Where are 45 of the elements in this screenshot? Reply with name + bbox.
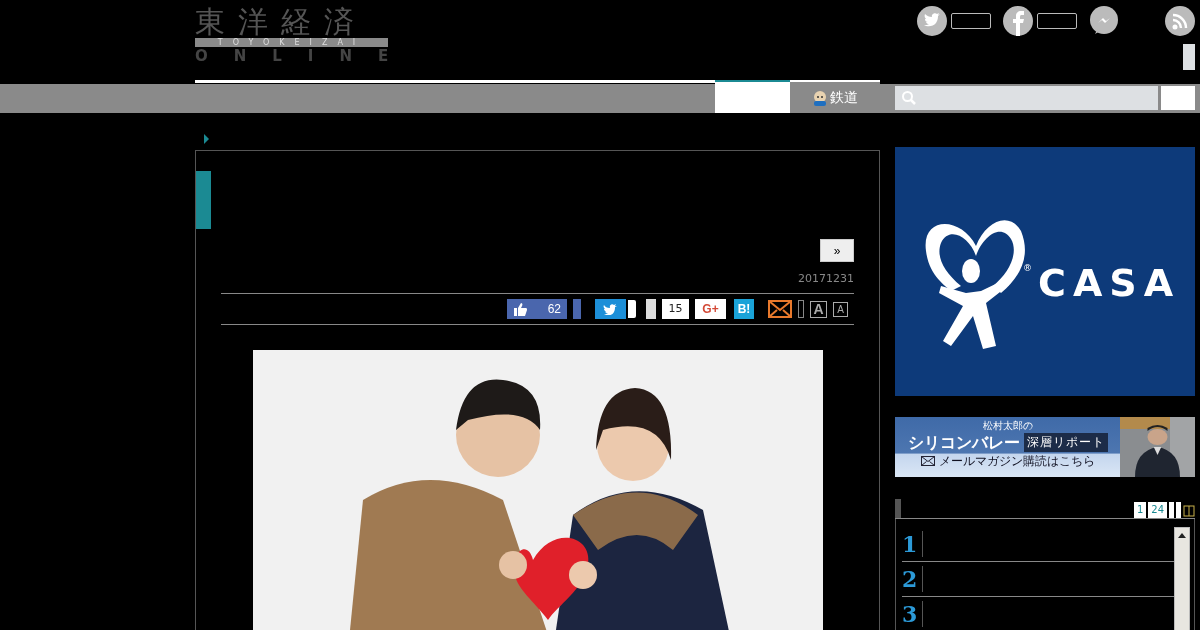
count-bubble (628, 300, 636, 318)
logo-subtitle: TOYOKEIZAI (195, 38, 388, 47)
registered-mark: ® (1023, 262, 1032, 273)
book-icon[interactable] (1183, 504, 1195, 518)
next-page-button[interactable]: » (820, 239, 854, 262)
breadcrumb-arrow-icon (204, 134, 209, 144)
font-size-small-button[interactable]: A (833, 301, 848, 317)
nav-tab[interactable] (715, 80, 790, 113)
ranking-tab[interactable]: 1 (1133, 502, 1147, 518)
chat-bubble-icon[interactable] (1089, 6, 1119, 36)
scrollbar[interactable] (1174, 527, 1190, 630)
mascot-icon (812, 89, 828, 106)
like-button[interactable]: 62 (507, 299, 567, 319)
article-date: 20171231 (797, 272, 854, 285)
font-size-large-button[interactable]: A (810, 300, 827, 318)
bird-icon (603, 303, 618, 315)
rank-number: 3 (902, 601, 923, 627)
banner-lead: 松村太郎の (982, 419, 1033, 432)
newsletter-banner[interactable]: 松村太郎の シリコンバレー 深層リポート メールマガジン購読はこちら (895, 417, 1195, 477)
google-plus-button[interactable]: G+ (695, 299, 726, 319)
divider-button[interactable] (798, 300, 804, 318)
mail-icon[interactable] (768, 300, 792, 318)
tweet-button[interactable] (595, 299, 626, 319)
ranking-tab[interactable]: 24 (1148, 502, 1167, 518)
rank-number: 2 (902, 566, 923, 592)
bird-icon[interactable] (917, 6, 947, 36)
search-icon (901, 90, 917, 106)
banner-tag: 深層リポート (1023, 433, 1108, 452)
facebook-f-icon[interactable] (1003, 6, 1033, 36)
count-bubble (1037, 13, 1077, 29)
logo-tagline: ONLINE (195, 47, 388, 65)
ad-brand: CASA (1038, 260, 1181, 305)
logo-title: 東洋経済 (195, 6, 368, 38)
count-bubble (951, 13, 991, 29)
envelope-icon (920, 456, 935, 466)
banner-link-text: メールマガジン購読はこちら (938, 453, 1095, 469)
rank-number: 1 (902, 531, 923, 557)
banner-title: シリコンバレー (907, 432, 1020, 453)
scroll-up-icon[interactable] (1178, 533, 1186, 538)
search-field[interactable] (895, 86, 1158, 110)
rss-feed-icon[interactable] (1165, 6, 1195, 36)
title-accent-bar (196, 171, 211, 229)
share-count: 15 (662, 299, 689, 319)
thumbs-up-icon (513, 302, 527, 316)
advertisement-banner[interactable]: ®CASA (895, 147, 1195, 396)
